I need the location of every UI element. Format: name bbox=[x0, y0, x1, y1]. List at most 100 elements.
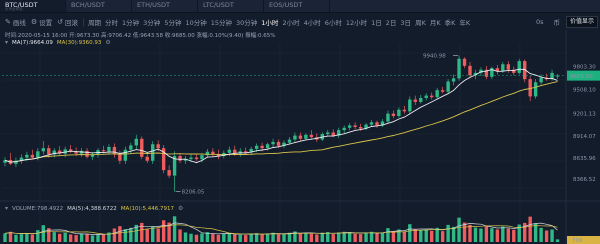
volume-bar bbox=[501, 226, 505, 242]
candle-body bbox=[468, 65, 472, 76]
candle-body bbox=[353, 125, 357, 127]
volume-bar bbox=[528, 216, 532, 242]
volume-bar bbox=[156, 228, 160, 242]
volume-bar bbox=[118, 226, 122, 242]
candle-body bbox=[408, 99, 412, 112]
volume-bar bbox=[112, 228, 117, 242]
volume-bar bbox=[402, 231, 407, 242]
candle-body bbox=[227, 149, 231, 153]
volume-bar bbox=[145, 229, 149, 242]
candle-body bbox=[326, 132, 330, 135]
volume-bar bbox=[96, 234, 100, 242]
volume-bar bbox=[58, 233, 62, 242]
candle-body bbox=[265, 144, 270, 149]
price-tick-label: 9803.30 bbox=[573, 64, 596, 70]
volume-bar bbox=[358, 234, 363, 242]
volume-bar bbox=[282, 233, 286, 242]
volume-bar bbox=[265, 233, 270, 242]
volume-ma10-value: MA(10):5,446.7917 bbox=[120, 205, 174, 212]
volume-bar bbox=[19, 234, 24, 242]
volume-bar bbox=[479, 228, 483, 242]
volume-bar bbox=[222, 233, 226, 242]
volume-bar bbox=[183, 232, 188, 242]
volume-bar bbox=[194, 234, 199, 242]
candle-body bbox=[287, 139, 292, 143]
volume-bar bbox=[375, 233, 379, 242]
volume-bar bbox=[440, 231, 445, 242]
volume-bar bbox=[347, 232, 352, 242]
candle-body bbox=[101, 150, 106, 152]
volume-bar bbox=[320, 232, 324, 242]
volume-bar bbox=[457, 217, 461, 242]
candle-body bbox=[517, 61, 521, 73]
volume-bar bbox=[276, 234, 281, 242]
volume-bar bbox=[539, 227, 543, 242]
price-tick-label: 8914.07 bbox=[573, 134, 596, 140]
volume-bar bbox=[364, 232, 368, 242]
candle-body bbox=[200, 155, 204, 160]
candle-body bbox=[397, 109, 401, 117]
volume-bar bbox=[140, 222, 144, 242]
candle-body bbox=[309, 134, 314, 138]
volume-bar bbox=[506, 228, 510, 242]
candle-body bbox=[118, 154, 122, 161]
volume-bar bbox=[413, 229, 417, 242]
candle-body bbox=[151, 144, 155, 161]
volume-bar bbox=[52, 232, 56, 242]
volume-bar bbox=[544, 230, 549, 242]
candle-body bbox=[145, 156, 149, 161]
volume-bar bbox=[172, 216, 177, 242]
volume-bar bbox=[41, 225, 45, 242]
high-annotation: 9940.98 bbox=[423, 54, 446, 60]
volume-bar bbox=[555, 239, 560, 242]
volume-bar bbox=[424, 229, 428, 242]
candle-body bbox=[446, 81, 450, 92]
volume-bar bbox=[309, 233, 314, 242]
candle-body bbox=[36, 151, 40, 158]
volume-bar bbox=[151, 226, 155, 242]
volume-bar bbox=[430, 230, 434, 242]
low-annotation: 8206.05 bbox=[182, 190, 205, 196]
volume-bar bbox=[342, 231, 346, 242]
volume-bar bbox=[435, 227, 439, 242]
candle-body bbox=[424, 95, 428, 98]
candle-body bbox=[435, 90, 439, 98]
volume-bar bbox=[451, 226, 456, 242]
candle-body bbox=[462, 58, 467, 66]
settings-icon[interactable]: ⚙ bbox=[178, 205, 183, 212]
volume-bar bbox=[446, 224, 450, 242]
candle-body bbox=[539, 77, 543, 83]
candle-body bbox=[451, 78, 456, 82]
candle-body bbox=[506, 64, 510, 70]
volume-bar bbox=[304, 233, 308, 242]
volume-bar bbox=[391, 231, 396, 242]
candle-body bbox=[342, 127, 346, 131]
volume-bar bbox=[216, 234, 221, 242]
volume-bar bbox=[550, 229, 554, 242]
volume-bar bbox=[468, 224, 472, 242]
candle-body bbox=[386, 113, 390, 122]
candle-body bbox=[271, 141, 275, 145]
volume-bar bbox=[101, 234, 106, 242]
volume-bar bbox=[244, 235, 248, 242]
candle-body bbox=[107, 146, 111, 152]
volume-bar bbox=[90, 235, 95, 242]
price-tick-label: 8635.96 bbox=[573, 156, 596, 162]
volume-bar bbox=[353, 233, 357, 242]
candle-body bbox=[440, 90, 445, 92]
volume-bar bbox=[30, 234, 35, 242]
volume-bar bbox=[386, 228, 390, 242]
volume-value: VOLUME:798.4922 bbox=[12, 205, 64, 212]
volume-bar bbox=[74, 235, 78, 242]
candle-body bbox=[419, 97, 423, 102]
volume-bar bbox=[63, 232, 67, 242]
volume-bar bbox=[419, 230, 423, 242]
collapse-icon[interactable]: ▾ bbox=[5, 205, 8, 212]
candle-body bbox=[156, 144, 160, 149]
candle-body bbox=[194, 157, 199, 160]
candle-body bbox=[112, 146, 117, 155]
candle-body bbox=[129, 145, 133, 150]
candle-body bbox=[304, 134, 308, 139]
candle-body bbox=[533, 82, 538, 97]
candle-body bbox=[276, 141, 281, 146]
